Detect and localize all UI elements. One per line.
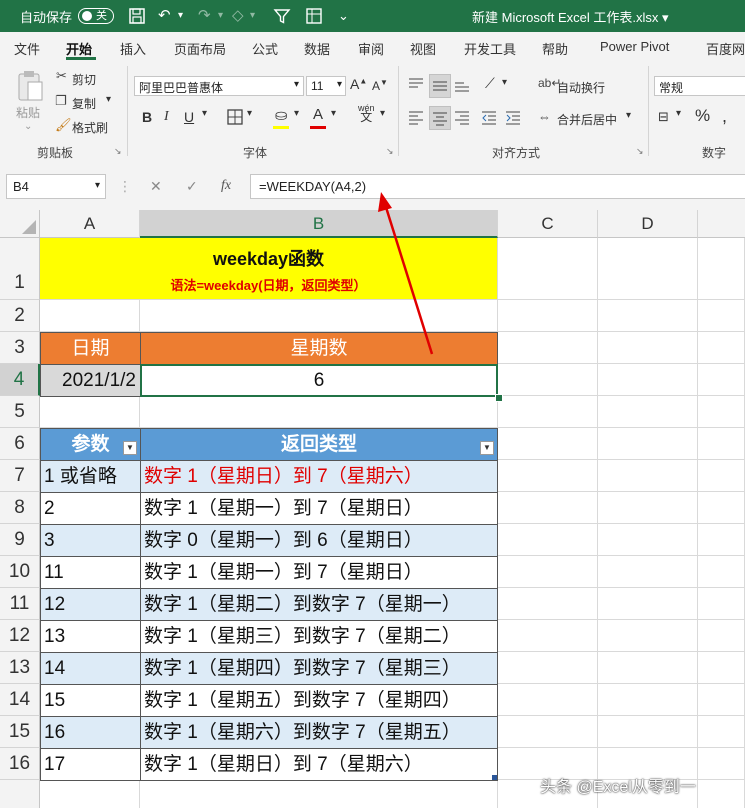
annotation-arrow [378,192,434,355]
watermark: 头条 @Excel从零到一 [540,779,696,796]
